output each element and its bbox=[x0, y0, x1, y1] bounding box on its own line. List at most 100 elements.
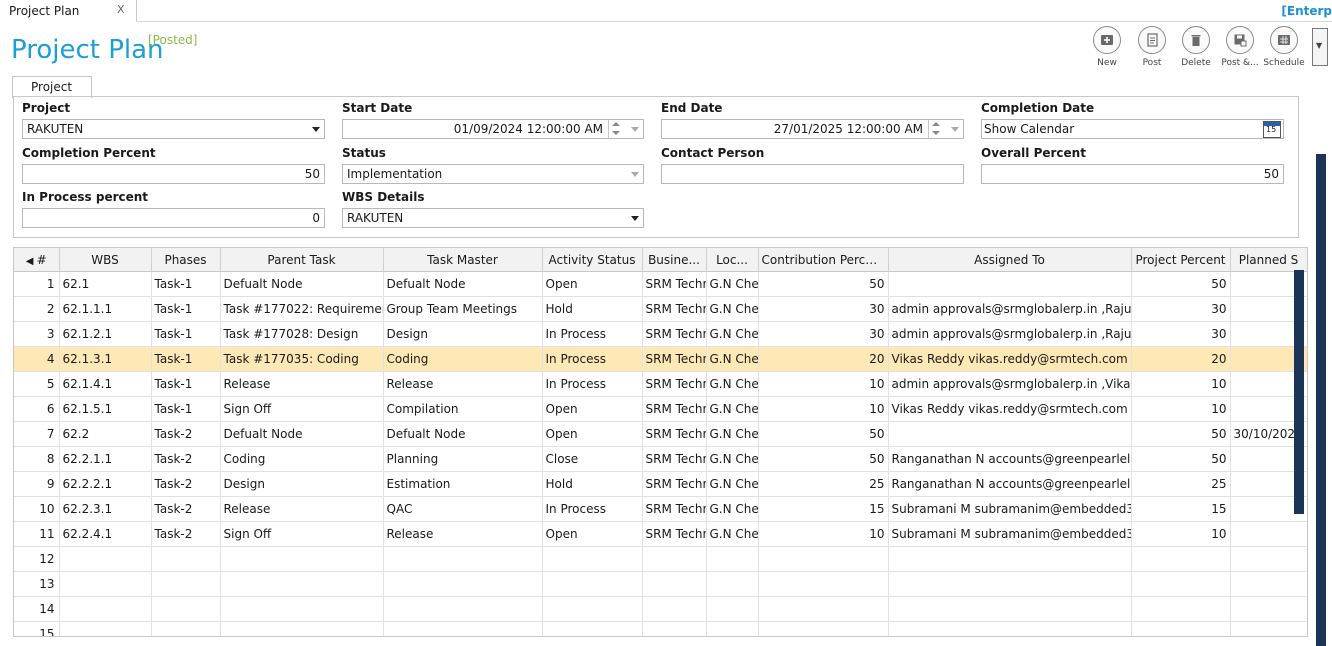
table-cell[interactable] bbox=[1230, 596, 1307, 622]
table-cell[interactable] bbox=[1230, 621, 1307, 636]
table-cell[interactable]: 50 bbox=[758, 421, 889, 447]
table-cell[interactable]: SRM Techn bbox=[642, 446, 707, 472]
table-cell[interactable]: Task-1 bbox=[151, 271, 221, 297]
table-cell[interactable]: Task-1 bbox=[151, 396, 221, 422]
table-cell[interactable]: SRM Techn bbox=[642, 371, 707, 397]
new-button[interactable]: New bbox=[1085, 26, 1129, 68]
table-cell[interactable]: SRM Techn bbox=[642, 471, 707, 497]
chevron-down-icon[interactable] bbox=[631, 127, 639, 132]
table-cell[interactable]: SRM Techn bbox=[642, 421, 707, 447]
table-cell[interactable] bbox=[642, 546, 707, 572]
table-row[interactable]: 5 62.1.4.1 Task-1 Release Release In Process S… bbox=[14, 371, 1307, 397]
table-cell[interactable] bbox=[1131, 621, 1231, 636]
table-cell[interactable]: 20 bbox=[1131, 346, 1231, 372]
table-cell[interactable] bbox=[151, 571, 221, 597]
table-cell[interactable]: 62.1.1.1 bbox=[59, 296, 152, 322]
table-cell[interactable]: Subramani M subramanim@embedded360.i bbox=[888, 521, 1132, 547]
table-cell[interactable]: 25 bbox=[758, 471, 889, 497]
table-cell[interactable]: Design bbox=[220, 471, 384, 497]
table-row[interactable]: 9 62.2.2.1 Task-2 Design Estimation Hold SRM T… bbox=[14, 471, 1307, 497]
table-cell[interactable]: 10 bbox=[1131, 521, 1231, 547]
table-cell[interactable] bbox=[1230, 546, 1307, 572]
table-cell[interactable] bbox=[151, 546, 221, 572]
table-cell[interactable]: Task-1 bbox=[151, 321, 221, 347]
table-row[interactable]: 2 62.1.1.1 Task-1 Task #177022: Requirement… bbox=[14, 296, 1307, 322]
table-cell[interactable]: admin approvals@srmglobalerp.in ,Raju P … bbox=[888, 296, 1132, 322]
table-cell[interactable]: 62.2.3.1 bbox=[59, 496, 152, 522]
table-cell[interactable]: G.N Che bbox=[706, 396, 759, 422]
table-row[interactable]: 1 62.1 Task-1 Defualt Node Defualt Node Open S… bbox=[14, 271, 1307, 297]
table-cell[interactable] bbox=[220, 621, 384, 636]
table-cell[interactable]: 62.1.3.1 bbox=[59, 346, 152, 372]
end-date-spinner[interactable] bbox=[928, 120, 943, 138]
table-cell[interactable]: 30 bbox=[758, 296, 889, 322]
table-cell[interactable] bbox=[758, 571, 889, 597]
table-cell[interactable]: SRM Techn bbox=[642, 271, 707, 297]
table-cell[interactable]: G.N Che bbox=[706, 321, 759, 347]
table-cell[interactable]: Release bbox=[383, 371, 543, 397]
table-cell[interactable]: Subramani M subramanim@embedded360.i bbox=[888, 496, 1132, 522]
table-cell[interactable]: SRM Techn bbox=[642, 521, 707, 547]
table-row[interactable]: 7 62.2 Task-2 Defualt Node Defualt Node Open S… bbox=[14, 421, 1307, 447]
table-row[interactable]: 3 62.1.2.1 Task-1 Task #177028: Design Desig… bbox=[14, 321, 1307, 347]
table-cell[interactable] bbox=[888, 571, 1132, 597]
table-cell[interactable]: 30 bbox=[1131, 296, 1231, 322]
table-row[interactable]: 15 bbox=[14, 621, 1307, 636]
table-cell[interactable] bbox=[151, 596, 221, 622]
table-cell[interactable]: G.N Che bbox=[706, 496, 759, 522]
table-cell[interactable]: Compilation bbox=[383, 396, 543, 422]
table-row[interactable]: 13 bbox=[14, 571, 1307, 597]
table-cell[interactable]: 12 bbox=[14, 546, 60, 572]
table-cell[interactable]: 8 bbox=[14, 446, 60, 472]
table-cell[interactable] bbox=[888, 546, 1132, 572]
table-cell[interactable] bbox=[220, 546, 384, 572]
delete-button[interactable]: Delete bbox=[1174, 26, 1218, 68]
table-cell[interactable] bbox=[706, 596, 759, 622]
table-cell[interactable]: Vikas Reddy vikas.reddy@srmtech.com bbox=[888, 346, 1132, 372]
table-cell[interactable]: Coding bbox=[383, 346, 543, 372]
table-cell[interactable]: Task-2 bbox=[151, 496, 221, 522]
page-vertical-scrollbar[interactable] bbox=[1316, 154, 1326, 646]
table-cell[interactable]: Vikas Reddy vikas.reddy@srmtech.com bbox=[888, 396, 1132, 422]
column-header-6[interactable]: Busine... bbox=[642, 248, 707, 272]
table-cell[interactable]: 62.2.2.1 bbox=[59, 471, 152, 497]
table-cell[interactable]: 50 bbox=[1131, 446, 1231, 472]
table-cell[interactable]: Design bbox=[383, 321, 543, 347]
table-cell[interactable]: Coding bbox=[220, 446, 384, 472]
table-cell[interactable] bbox=[1230, 571, 1307, 597]
table-cell[interactable] bbox=[383, 621, 543, 636]
table-cell[interactable]: Open bbox=[542, 521, 643, 547]
table-cell[interactable] bbox=[642, 571, 707, 597]
chevron-down-icon[interactable] bbox=[312, 127, 320, 132]
table-cell[interactable]: Task-2 bbox=[151, 521, 221, 547]
table-cell[interactable]: 15 bbox=[14, 621, 60, 636]
table-cell[interactable]: 62.2.1.1 bbox=[59, 446, 152, 472]
table-cell[interactable]: 10 bbox=[1131, 371, 1231, 397]
column-header-3[interactable]: Parent Task bbox=[220, 248, 384, 272]
table-cell[interactable] bbox=[542, 621, 643, 636]
table-cell[interactable]: SRM Techn bbox=[642, 321, 707, 347]
table-cell[interactable] bbox=[758, 546, 889, 572]
table-cell[interactable]: Task-1 bbox=[151, 371, 221, 397]
column-header-7[interactable]: Loc... bbox=[706, 248, 759, 272]
grid-vertical-scrollbar[interactable] bbox=[1294, 270, 1304, 514]
column-header-2[interactable]: Phases bbox=[151, 248, 221, 272]
table-cell[interactable]: Task-2 bbox=[151, 421, 221, 447]
table-cell[interactable]: Defualt Node bbox=[383, 421, 543, 447]
table-cell[interactable]: 62.1.2.1 bbox=[59, 321, 152, 347]
table-cell[interactable]: 7 bbox=[14, 421, 60, 447]
table-cell[interactable]: Planning bbox=[383, 446, 543, 472]
table-cell[interactable]: G.N Che bbox=[706, 521, 759, 547]
table-cell[interactable] bbox=[59, 571, 152, 597]
table-cell[interactable]: 50 bbox=[758, 271, 889, 297]
table-cell[interactable]: Task-1 bbox=[151, 346, 221, 372]
table-cell[interactable]: Estimation bbox=[383, 471, 543, 497]
table-cell[interactable]: G.N Che bbox=[706, 446, 759, 472]
table-row[interactable]: 11 62.2.4.1 Task-2 Sign Off Release Open SRM T… bbox=[14, 521, 1307, 547]
end-date-field[interactable]: 27/01/2025 12:00:00 AM bbox=[661, 119, 964, 139]
table-cell[interactable]: 50 bbox=[1131, 271, 1231, 297]
table-cell[interactable]: Sign Off bbox=[220, 521, 384, 547]
table-cell[interactable]: 15 bbox=[758, 496, 889, 522]
table-cell[interactable]: 15 bbox=[1131, 496, 1231, 522]
table-cell[interactable]: 62.1.4.1 bbox=[59, 371, 152, 397]
